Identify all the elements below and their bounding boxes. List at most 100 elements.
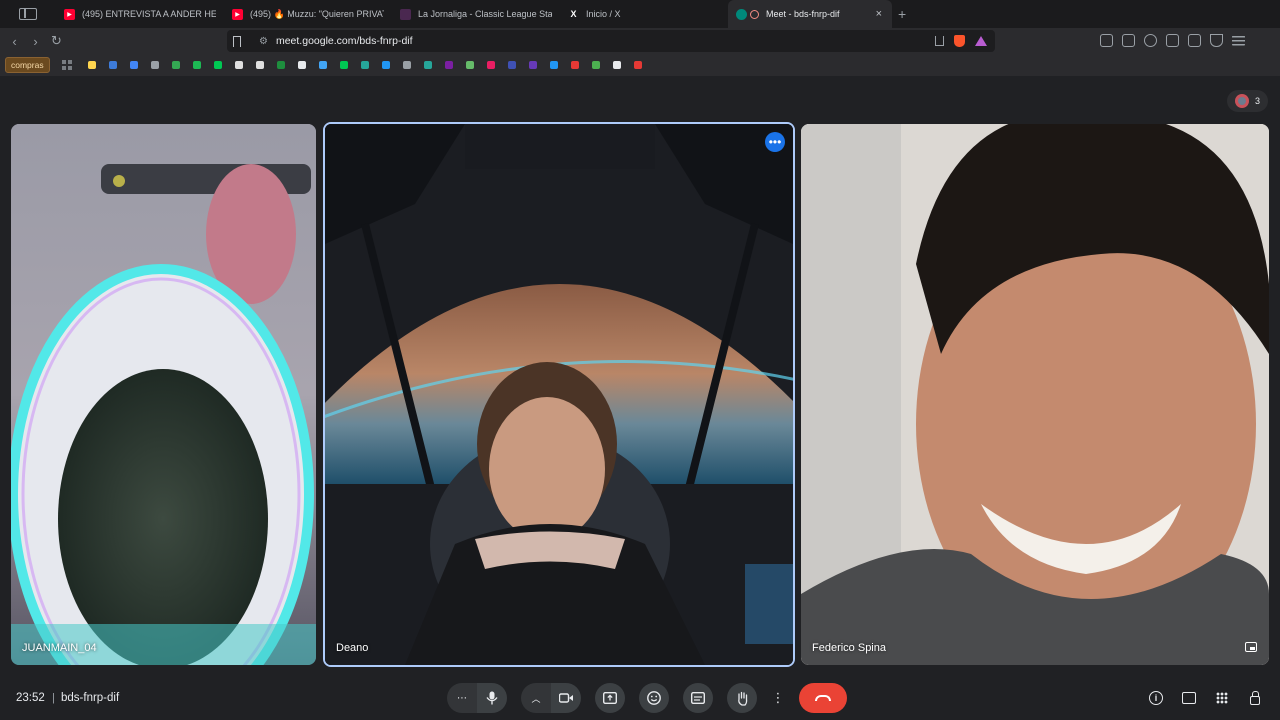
participant-tile-federico[interactable]: Federico Spina [801,124,1269,665]
chat-icon [1182,692,1196,704]
participant-name: Deano [336,642,369,654]
bookmark-favicon-icon[interactable] [549,61,558,69]
bookmark-favicon-icon[interactable] [150,61,159,69]
bookmark-favicon-icon[interactable] [402,61,411,69]
participant-count: 3 [1254,96,1260,106]
host-controls-button[interactable] [1247,690,1263,706]
bookmark-favicon-icon[interactable] [87,61,96,69]
tab-youtube-entrevista[interactable]: ▶ (495) ENTREVISTA A ANDER HER [56,0,224,28]
wallet-icon[interactable] [1188,34,1201,47]
browser-toolbar: ‹ › ↻ ⚙ meet.google.com/bds-fnrp-dif [0,28,1280,54]
participant-name: JUANMAIN_04 [22,642,97,654]
chat-button[interactable] [1181,690,1197,706]
separator: | [52,692,55,704]
youtube-icon: ▶ [64,8,75,20]
brave-rewards-icon[interactable] [975,36,987,46]
reload-icon[interactable]: ↻ [46,33,67,49]
activities-button[interactable] [1214,690,1230,706]
bookmark-favicon-icon[interactable] [444,61,453,69]
recording-icon [750,9,759,19]
bookmark-favicon-icon[interactable] [297,61,306,69]
tab-label: Inicio / X [586,9,621,19]
youtube-icon: ▶ [232,8,243,20]
bookmark-favicon-icon[interactable] [192,61,201,69]
bookmark-favicon-icon[interactable] [612,61,621,69]
picture-in-picture-icon[interactable] [1245,642,1257,652]
captions-button[interactable] [683,683,713,713]
tab-la-jornaliga[interactable]: La Jornaliga - Classic League Stan [392,0,560,28]
lock-icon [1250,690,1260,705]
raise-hand-button[interactable] [727,683,757,713]
participants-indicator[interactable]: 3 [1226,90,1268,112]
present-screen-button[interactable] [595,683,625,713]
emoji-icon [647,691,661,705]
leave-call-button[interactable] [799,683,847,713]
tab-label: (495) ENTREVISTA A ANDER HER [82,9,216,19]
tab-meet[interactable]: Meet - bds-fnrp-dif × [728,0,892,28]
bookmark-favicon-icon[interactable] [108,61,117,69]
video-options-button[interactable]: ︿ [521,683,551,713]
apps-grid-icon[interactable] [61,60,72,70]
reader-icon[interactable] [1122,34,1135,47]
bookmark-icons [87,61,655,69]
forward-icon[interactable]: › [25,34,46,49]
meet-stage: 3 JUANMAIN_04 ••• Deano Federico Spina 2… [0,76,1280,720]
sidebar-toggle-icon[interactable] [0,0,56,28]
bookmark-favicon-icon[interactable] [255,61,264,69]
participant-tile-juanmain[interactable]: JUANMAIN_04 [11,124,316,665]
bookmark-favicon-icon[interactable] [591,61,600,69]
vpn-icon[interactable] [1210,34,1223,47]
menu-icon[interactable] [1232,34,1245,47]
site-settings-icon[interactable]: ⚙ [259,36,268,47]
url-text[interactable]: meet.google.com/bds-fnrp-dif [276,35,413,47]
tab-label: Meet - bds-fnrp-dif [766,9,840,19]
more-options-menu-button[interactable]: ⋮ [771,683,785,713]
league-icon [400,8,411,20]
spaceship-cockpit-image [325,124,793,665]
apps-grid-icon [1216,692,1228,704]
back-icon[interactable]: ‹ [4,34,25,49]
bookmark-favicon-icon[interactable] [381,61,390,69]
media-icon[interactable] [1144,34,1157,47]
bookmark-favicon-icon[interactable] [276,61,285,69]
present-screen-icon [603,692,617,704]
tab-youtube-muzzu[interactable]: ▶ (495) 🔥 Muzzu: "Quieren PRIVAT [224,0,392,28]
bookmark-favicon-icon[interactable] [360,61,369,69]
tab-x-inicio[interactable]: X Inicio / X [560,0,728,28]
bookmark-favicon-icon[interactable] [234,61,243,69]
bookmarks-bar: compras [0,54,1280,76]
extensions-icon[interactable] [1100,34,1113,47]
bookmark-favicon-icon[interactable] [507,61,516,69]
x-icon: X [570,9,577,19]
side-controls: i [1148,690,1263,706]
brave-shields-icon[interactable] [954,35,965,47]
audio-options-button[interactable]: ⋯ [447,683,477,713]
bookmark-folder-compras[interactable]: compras [5,57,50,73]
bookmark-favicon-icon[interactable] [171,61,180,69]
bookmark-favicon-icon[interactable] [486,61,495,69]
sidebar-icon[interactable] [1166,34,1179,47]
bookmark-favicon-icon[interactable] [423,61,432,69]
more-options-button[interactable]: ••• [765,132,785,152]
microphone-button[interactable] [477,683,507,713]
bookmark-favicon-icon[interactable] [318,61,327,69]
bookmark-favicon-icon[interactable] [465,61,474,69]
bookmark-favicon-icon[interactable] [213,61,222,69]
captions-icon [691,692,705,704]
bookmark-favicon-icon[interactable] [570,61,579,69]
bookmark-favicon-icon[interactable] [528,61,537,69]
bookmark-favicon-icon[interactable] [339,61,348,69]
bookmark-favicon-icon[interactable] [633,61,642,69]
microphone-icon [486,691,498,705]
reactions-button[interactable] [639,683,669,713]
bookmark-favicon-icon[interactable] [129,61,138,69]
share-icon[interactable] [935,36,944,46]
meeting-details-button[interactable]: i [1148,690,1164,706]
new-tab-icon[interactable]: + [898,6,906,22]
camera-button[interactable] [551,683,581,713]
address-bar[interactable]: ⚙ meet.google.com/bds-fnrp-dif [227,30,995,52]
meet-icon [736,8,747,20]
participant-tile-deano[interactable]: ••• Deano [323,122,795,667]
bookmark-icon[interactable] [233,35,241,47]
close-tab-icon[interactable]: × [876,8,882,20]
